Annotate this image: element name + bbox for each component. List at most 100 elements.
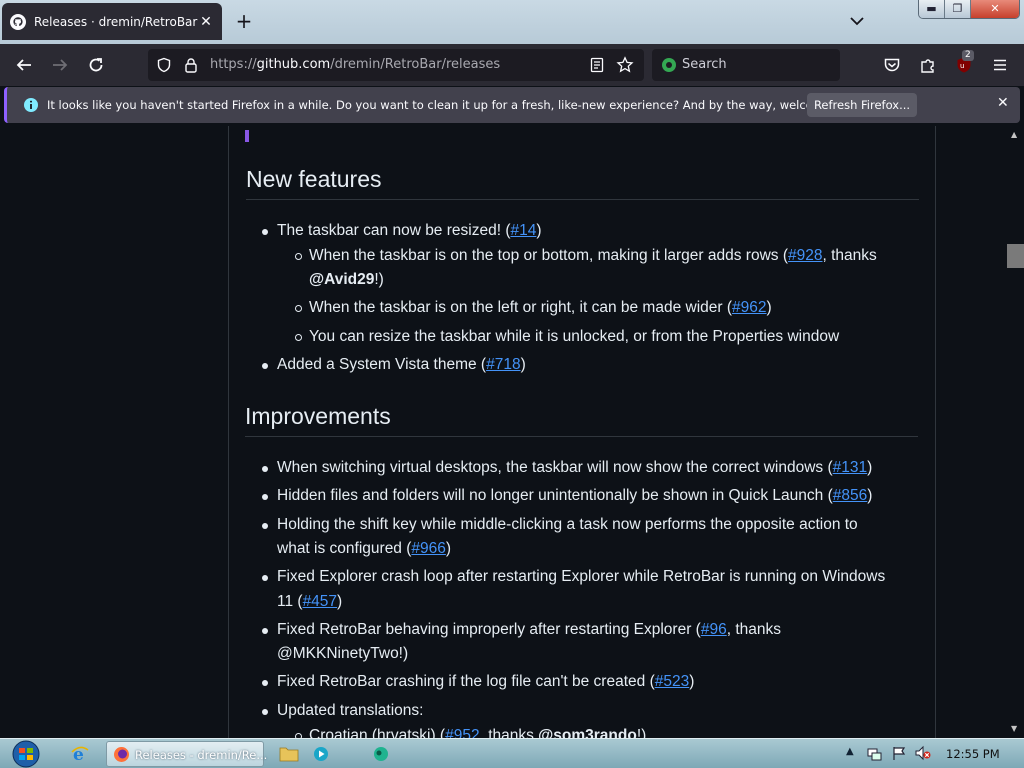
- list-item: You can resize the taskbar while it is u…: [295, 324, 839, 349]
- url-bar[interactable]: https://github.com/dremin/RetroBar/relea…: [148, 49, 644, 81]
- notification-message: It looks like you haven't started Firefo…: [47, 98, 867, 112]
- action-center-flag-icon[interactable]: [891, 745, 907, 761]
- folder-icon[interactable]: [279, 745, 299, 763]
- issue-link[interactable]: #856: [833, 487, 867, 504]
- clock[interactable]: 12:55 PM: [946, 747, 1000, 761]
- extensions-button[interactable]: [916, 53, 940, 77]
- chevron-down-icon[interactable]: [848, 12, 866, 30]
- issue-link[interactable]: #523: [655, 673, 689, 690]
- user-mention-link[interactable]: @som3rando: [538, 727, 637, 738]
- tab-strip: Releases · dremin/RetroBar ✕ + ▬ ❐ ✕: [0, 0, 1024, 44]
- tab-title: Releases · dremin/RetroBar: [34, 14, 198, 29]
- item-text: ): [867, 487, 873, 504]
- item-text: , thanks: [726, 621, 781, 638]
- new-tab-button[interactable]: +: [233, 10, 255, 32]
- media-player-icon[interactable]: [312, 745, 330, 763]
- bullet: [262, 628, 268, 634]
- item-text: Fixed Explorer crash loop after restarti…: [277, 568, 886, 585]
- url-text[interactable]: https://github.com/dremin/RetroBar/relea…: [210, 57, 500, 72]
- info-icon: [24, 98, 38, 112]
- page-scrollbar[interactable]: [1008, 126, 1024, 738]
- back-button[interactable]: [12, 53, 36, 77]
- scroll-up-icon[interactable]: ▲: [1011, 130, 1021, 139]
- network-icon[interactable]: [866, 746, 882, 762]
- url-scheme: https://: [210, 57, 257, 72]
- item-text: ): [689, 673, 695, 690]
- forward-button[interactable]: [48, 53, 72, 77]
- app-pin-icon[interactable]: [372, 745, 390, 763]
- list-item: Updated translations:: [262, 698, 424, 723]
- refresh-notification-bar: It looks like you haven't started Firefo…: [4, 87, 1020, 123]
- list-item: When switching virtual desktops, the tas…: [262, 455, 873, 480]
- item-text: what is configured (: [277, 540, 412, 557]
- item-text: Fixed RetroBar behaving improperly after…: [277, 621, 701, 638]
- improvements-heading: Improvements: [245, 403, 918, 437]
- hamburger-menu-icon: [994, 59, 1006, 71]
- maximize-button[interactable]: ❐: [945, 0, 971, 18]
- refresh-firefox-button[interactable]: Refresh Firefox...: [807, 93, 917, 117]
- scroll-down-icon[interactable]: ▼: [1011, 724, 1021, 733]
- issue-link[interactable]: #14: [510, 222, 536, 239]
- issue-link[interactable]: #457: [303, 593, 337, 610]
- search-engine-icon: [662, 58, 676, 72]
- tray-expand-icon[interactable]: ▲: [846, 746, 854, 757]
- internet-explorer-icon[interactable]: e: [70, 744, 90, 764]
- volume-muted-icon[interactable]: [914, 745, 932, 761]
- tab-close-icon[interactable]: ✕: [198, 14, 214, 30]
- reader-view-icon[interactable]: [590, 57, 604, 73]
- item-text: ): [536, 222, 542, 239]
- issue-link[interactable]: #131: [833, 459, 867, 476]
- shield-icon[interactable]: [156, 57, 172, 73]
- item-text: When the taskbar is on the left or right…: [309, 299, 733, 316]
- bookmark-star-icon[interactable]: [616, 56, 634, 74]
- issue-link[interactable]: #96: [701, 621, 727, 638]
- list-item-continued: @Avid29!): [309, 267, 384, 292]
- issue-link[interactable]: #962: [732, 299, 766, 316]
- item-text: Updated translations:: [277, 702, 424, 719]
- reload-icon: [89, 58, 103, 72]
- start-orb-icon[interactable]: [8, 740, 44, 768]
- taskbar-firefox-window[interactable]: Releases - dremin/Re...: [106, 741, 268, 767]
- menu-button[interactable]: [988, 53, 1012, 77]
- close-window-button[interactable]: ✕: [971, 0, 1019, 18]
- release-accent-mark: [245, 130, 249, 142]
- bullet: [262, 575, 268, 581]
- item-text: Croatian (hrvatski) (: [309, 727, 446, 738]
- item-text: ): [867, 459, 873, 476]
- user-mention-link[interactable]: @Avid29: [309, 271, 374, 288]
- new-features-heading: New features: [246, 166, 919, 200]
- sub-bullet: [295, 253, 302, 260]
- item-text: 11 (: [277, 593, 303, 610]
- item-text: ): [520, 356, 526, 373]
- url-path: /dremin/RetroBar/releases: [330, 57, 501, 72]
- pocket-button[interactable]: [880, 53, 904, 77]
- issue-link[interactable]: #928: [788, 247, 822, 264]
- minimize-button[interactable]: ▬: [919, 0, 945, 18]
- window-controls: ▬ ❐ ✕: [918, 0, 1020, 19]
- item-text: Fixed RetroBar crashing if the log file …: [277, 673, 655, 690]
- github-icon: [10, 13, 26, 30]
- item-text: @MKKNinetyTwo!): [277, 645, 409, 662]
- bullet: [262, 466, 268, 472]
- item-text: Added a System Vista theme (: [277, 356, 487, 373]
- firefox-icon: [114, 747, 129, 762]
- list-item-continued: 11 (#457): [277, 589, 342, 614]
- tab-releases[interactable]: Releases · dremin/RetroBar ✕: [2, 3, 222, 40]
- reload-button[interactable]: [84, 53, 108, 77]
- bullet: [262, 523, 268, 529]
- list-item: The taskbar can now be resized! (#14): [262, 218, 542, 243]
- issue-link[interactable]: #966: [411, 540, 445, 557]
- list-item: When the taskbar is on the top or bottom…: [295, 243, 877, 268]
- svg-text:u: u: [960, 62, 964, 70]
- item-text: When the taskbar is on the top or bottom…: [309, 247, 789, 264]
- issue-link[interactable]: #718: [486, 356, 520, 373]
- taskbar-window-label: Releases - dremin/Re...: [135, 748, 268, 762]
- issue-link[interactable]: #952: [445, 727, 479, 738]
- notification-close-icon[interactable]: ✕: [997, 95, 1009, 111]
- list-item: Holding the shift key while middle-click…: [262, 512, 858, 537]
- url-host: github.com: [256, 57, 331, 72]
- lock-icon[interactable]: [184, 57, 198, 73]
- search-input[interactable]: Search: [652, 49, 840, 81]
- item-text: ): [445, 540, 452, 557]
- scrollbar-thumb[interactable]: [1007, 244, 1024, 268]
